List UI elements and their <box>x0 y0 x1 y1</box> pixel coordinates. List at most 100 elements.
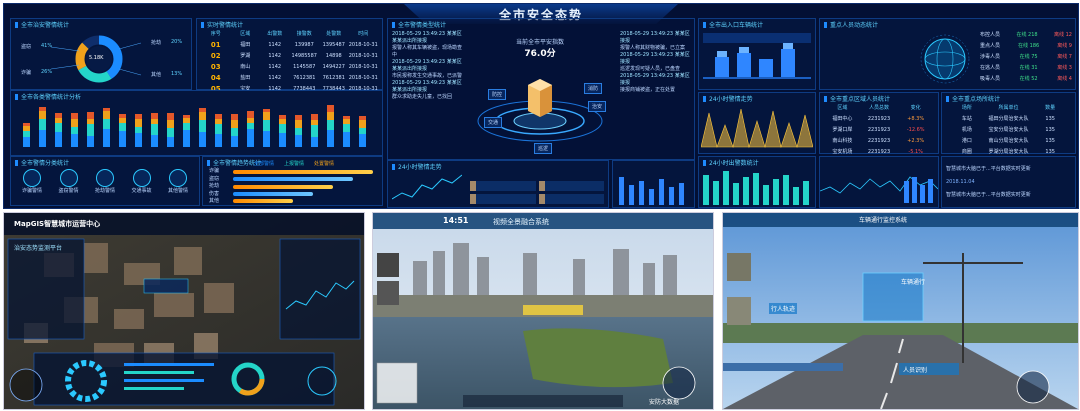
table-cell: -12.6% <box>906 126 925 133</box>
note-text: 智慧城市大脑已于...平台数据实时更新 <box>946 166 1031 172</box>
screen-panorama: 14:51 视频全景融合系统 安防大数据 <box>372 212 714 410</box>
stack-bar-segment <box>103 111 110 119</box>
node-label[interactable]: 防控 <box>488 89 507 100</box>
table-row: 机场 宝安分局治安大队 135 <box>946 124 1071 135</box>
dispatch-bar-chart <box>619 177 684 205</box>
stack-bar-segment <box>199 120 206 132</box>
trend-labels: 诈骗 盗窃 抢劫 伤害 其他 <box>209 168 220 204</box>
panel-category-stats: 全市警情分类统计 诈骗警情 盗窃警情 抢劫警情 交通事故 其他警情 <box>10 156 200 206</box>
stack-bar-segment <box>39 119 46 130</box>
road-tag: 行人轨迹 <box>769 303 798 314</box>
note-text: 智慧城市大脑已于...平台数据实时更新 <box>946 192 1031 198</box>
panel-title: 全市出入口车辆统计 <box>703 20 763 29</box>
stack-bar-segment <box>119 131 126 147</box>
category-item[interactable]: 抢劫警情 <box>88 169 122 203</box>
key-person-row: 在逃人员 在线 31 离线 3 <box>980 62 1072 73</box>
legend-item: 抢劫 <box>151 40 162 46</box>
stack-bar-segment <box>87 112 94 119</box>
feed-line: 2018-05-29 13:49:23 某某区某某派出所接报 <box>392 31 462 44</box>
table-cell: 区域 <box>240 31 251 37</box>
panorama-footer: 安防大数据 <box>649 399 680 406</box>
table-row: 03 南山 1142 1145587 1494227 2018-10-31 <box>201 61 378 72</box>
panel-crime-stats: 全市治安警情统计 5.18K 盗窃 41% 诈骗 26% 抢劫 20% 其他 1… <box>10 18 192 90</box>
stack-bar-segment <box>55 132 62 147</box>
table-cell: +2.3% <box>907 137 925 144</box>
category-item[interactable]: 交通事故 <box>125 169 159 203</box>
stack-bar-segment <box>71 119 78 127</box>
key-person-cell: 吸毒人员 <box>980 76 1001 82</box>
table-cell: 139987 <box>294 41 314 48</box>
category-item[interactable]: 其他警情 <box>161 169 195 203</box>
table-cell: 机场 <box>961 127 972 133</box>
key-person-cell: 在线 31 <box>1019 65 1038 71</box>
stack-bar-segment <box>167 120 174 128</box>
stack-bar-segment <box>87 136 94 147</box>
category-item[interactable]: 诈骗警情 <box>15 169 49 203</box>
panel-key-area: 全市重点区域人员统计 区域 人员总数 变化 福田中心 2231923 +8.3% 罗湖口岸 2… <box>819 92 939 155</box>
category-icon <box>96 169 114 187</box>
node-label[interactable]: 巡逻 <box>534 143 553 154</box>
stack-bar-segment <box>263 112 270 120</box>
feed-line: 市民报称发生交通事故，已派警 <box>392 73 463 79</box>
table-cell: 南山科技 <box>832 138 853 144</box>
table-row: 港口 南山分局治安大队 135 <box>946 135 1071 146</box>
table-row: 场所 所属单位 数量 <box>946 102 1071 113</box>
stack-bar-segment <box>183 123 190 130</box>
table-cell: 2018-10-31 <box>348 41 378 48</box>
stack-bar-segment <box>311 137 318 147</box>
table-cell: 福田中心 <box>832 116 853 122</box>
stack-bar-segment <box>343 124 350 132</box>
table-cell: 02 <box>210 51 221 60</box>
category-label: 交通事故 <box>131 188 152 194</box>
table-cell: 福田 <box>240 42 251 48</box>
stack-bar-segment <box>183 118 190 123</box>
gauge-value: 76.0分 <box>524 49 556 59</box>
legend-value: 13% <box>171 71 183 77</box>
table-cell: 2018-10-31 <box>348 52 378 59</box>
table-cell: 1142 <box>268 41 282 48</box>
key-person-cell: 在逃人员 <box>980 65 1001 71</box>
table-cell: 7612381 <box>293 74 316 81</box>
stack-bar-segment <box>23 123 30 126</box>
stack-bar-segment <box>279 115 286 119</box>
stack-bar-segment <box>343 116 350 119</box>
globe-graphic <box>920 34 970 84</box>
road-tag: 车辆通行 <box>901 279 926 286</box>
node-label[interactable]: 治安 <box>588 101 607 112</box>
table-cell: 所属单位 <box>998 105 1019 111</box>
stack-bar-segment <box>215 124 222 134</box>
stack-bar-segment <box>231 120 238 128</box>
category-item[interactable]: 盗窃警情 <box>52 169 86 203</box>
stack-bar-segment <box>119 118 126 123</box>
table-cell: 宝安机场 <box>832 149 853 155</box>
key-person-row: 吸毒人员 在线 52 离线 4 <box>980 73 1072 84</box>
incident-feed-right: 2018-05-29 13:49:23 某某区接报 报警人称其财物被骗，已立案 20… <box>620 31 690 94</box>
stack-bar-segment <box>55 118 62 123</box>
panorama-title: 视频全景融合系统 <box>493 218 549 226</box>
table-cell: 序号 <box>210 31 221 37</box>
stack-bar-segment <box>247 118 254 123</box>
category-label: 其他警情 <box>167 188 188 194</box>
stack-bar-segment <box>87 119 94 124</box>
table-row: 车站 福田分局治安大队 135 <box>946 113 1071 124</box>
legend-item: 全部警情 <box>254 161 275 167</box>
category-label: 诈骗警情 <box>21 188 42 194</box>
wave-chart <box>820 176 938 203</box>
feed-line: 报警人称其车辆被盗，现场勘查中 <box>392 45 463 58</box>
key-places-table: 场所 所属单位 数量 车站 福田分局治安大队 135 机场 宝安分局治安大队 135 港口 南山分局… <box>946 102 1071 157</box>
table-cell: 135 <box>1045 137 1055 144</box>
key-person-cell: 在线 75 <box>1019 54 1038 60</box>
feed-line: 2018-05-29 13:49:23 某某区接报 <box>620 52 690 65</box>
gauge-label: 当前全市平安指数 <box>515 39 564 46</box>
node-label[interactable]: 消防 <box>584 83 603 94</box>
stack-bar-segment <box>39 111 46 119</box>
stack-bar-segment <box>119 114 126 118</box>
panel-center-index: 全市警情类型统计 2018-05-29 13:49:23 某某区某某派出所接报报… <box>387 18 695 160</box>
note-date: 2018.11.04 <box>946 179 975 185</box>
stack-bar-segment <box>295 128 302 135</box>
stack-bar-segment <box>359 134 366 147</box>
feed-line: 2018-05-29 13:49:23 某某区某某派出所接报 <box>392 59 462 72</box>
stack-bar-segment <box>279 119 286 124</box>
gauge-header: 当前全市平安指数 76.0分 <box>472 37 608 59</box>
node-label[interactable]: 交通 <box>484 117 503 128</box>
